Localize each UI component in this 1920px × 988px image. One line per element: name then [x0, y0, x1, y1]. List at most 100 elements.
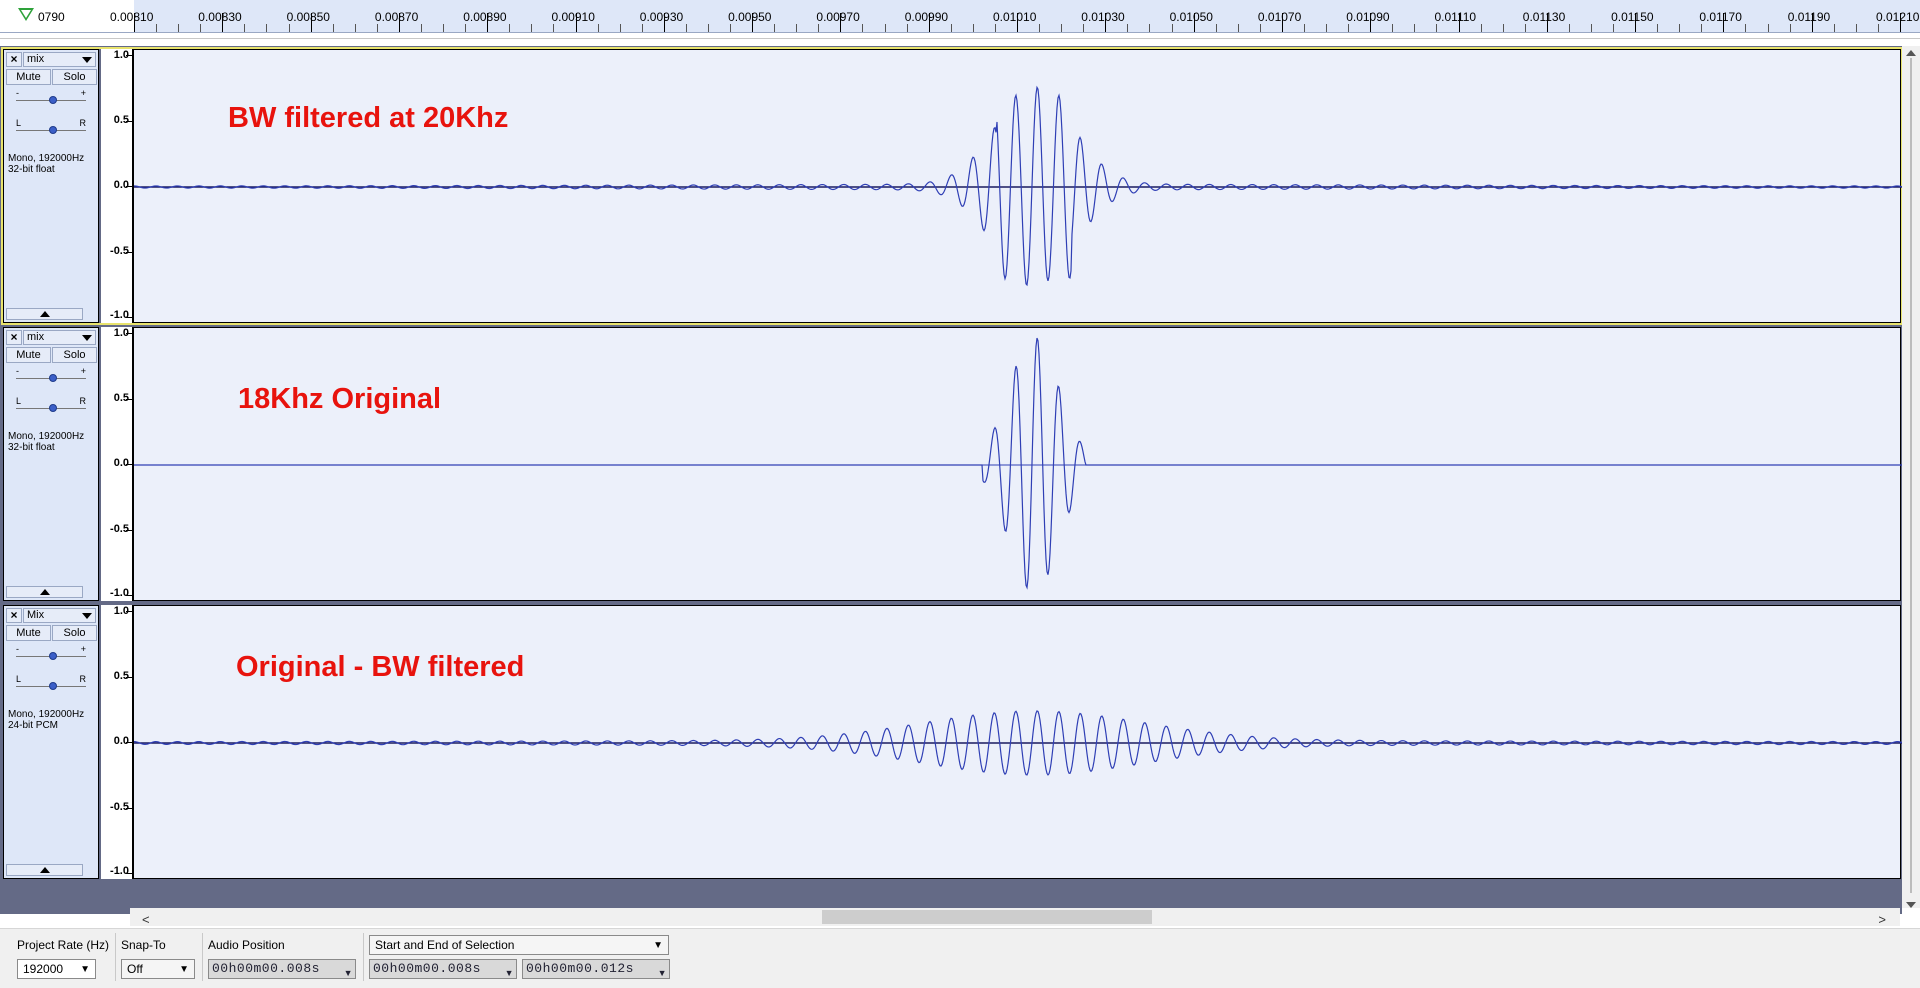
- ruler-minor-tick: [1259, 24, 1261, 32]
- ruler-minor-tick: [906, 24, 908, 32]
- ruler-minor-tick: [465, 24, 467, 32]
- track-control-panel[interactable]: × mix Mute Solo - + L R Mono, 192000Hz 3…: [3, 49, 99, 323]
- solo-button[interactable]: Solo: [52, 69, 97, 85]
- selection-start-value: 00h00m00.008s: [373, 961, 481, 976]
- track-name-menu[interactable]: Mix: [23, 608, 96, 623]
- audio-track[interactable]: × mix Mute Solo - + L R Mono, 192000Hz 3…: [3, 327, 1902, 601]
- selection-start-field[interactable]: 00h00m00.008s ▼: [369, 959, 517, 979]
- audio-position-field[interactable]: 00h00m00.008s ▼: [208, 959, 356, 979]
- collapse-track-button[interactable]: [6, 586, 83, 598]
- track-control-panel[interactable]: × mix Mute Solo - + L R Mono, 192000Hz 3…: [3, 327, 99, 601]
- horizontal-scroll-thumb[interactable]: [822, 910, 1152, 924]
- snap-to-label: Snap-To: [121, 938, 166, 952]
- track-name: Mix: [27, 609, 45, 621]
- gain-slider[interactable]: - +: [12, 88, 94, 108]
- waveform-area[interactable]: BW filtered at 20Khz: [133, 49, 1902, 323]
- ruler-tick-label: 0.01090: [1346, 10, 1390, 24]
- chevron-down-icon: ▼: [657, 968, 667, 978]
- pan-slider[interactable]: L R: [12, 396, 94, 416]
- amplitude-tick-label: 0.5: [113, 669, 129, 682]
- gain-slider[interactable]: - +: [12, 366, 94, 386]
- selection-end-field[interactable]: 00h00m00.012s ▼: [522, 959, 670, 979]
- ruler-tick-label: 0.01010: [993, 10, 1037, 24]
- pan-slider-thumb[interactable]: [49, 126, 57, 134]
- amplitude-tick: [126, 317, 132, 318]
- timeline-ruler[interactable]: 0790 0.00810 0.00830 0.00850 0.00870 0.00890…: [0, 0, 1920, 46]
- track-control-panel[interactable]: × Mix Mute Solo - + L R Mono, 192000Hz 2…: [3, 605, 99, 879]
- close-icon[interactable]: ×: [6, 608, 22, 623]
- selection-mode-select[interactable]: Start and End of Selection ▼: [369, 935, 669, 955]
- ruler-minor-tick: [1590, 24, 1592, 32]
- ruler-minor-tick: [1303, 24, 1305, 32]
- gain-slider[interactable]: - +: [12, 644, 94, 664]
- selection-toolbar: Project Rate (Hz) 192000 ▼ Snap-To Off ▼…: [0, 928, 1920, 988]
- scroll-up-icon[interactable]: [1906, 50, 1916, 56]
- amplitude-ruler[interactable]: 1.0 0.5 0.0 -0.5 -1.0: [101, 49, 133, 323]
- mute-button[interactable]: Mute: [6, 69, 51, 85]
- ruler-minor-tick: [1436, 24, 1438, 32]
- gain-slider-thumb[interactable]: [49, 374, 57, 382]
- close-icon[interactable]: ×: [6, 330, 22, 345]
- pan-left-label: L: [16, 674, 22, 684]
- track-name-menu[interactable]: mix: [23, 330, 96, 345]
- scroll-left-icon[interactable]: <: [142, 912, 150, 927]
- amplitude-ruler[interactable]: 1.0 0.5 0.0 -0.5 -1.0: [101, 327, 133, 601]
- ruler-minor-tick: [1767, 24, 1769, 32]
- snap-to-value: Off: [127, 962, 143, 976]
- ruler-divider: [0, 38, 1920, 39]
- audio-track[interactable]: × mix Mute Solo - + L R Mono, 192000Hz 3…: [1, 47, 1903, 325]
- vertical-scroll-track[interactable]: [1910, 58, 1912, 893]
- play-head-icon[interactable]: [18, 8, 34, 21]
- collapse-track-button[interactable]: [6, 308, 83, 320]
- ruler-tick-label: 0.00950: [728, 10, 772, 24]
- waveform-area[interactable]: 18Khz Original: [133, 327, 1902, 601]
- chevron-down-icon: [82, 57, 92, 63]
- mute-button[interactable]: Mute: [6, 625, 51, 641]
- pan-slider[interactable]: L R: [12, 674, 94, 694]
- snap-to-select[interactable]: Off ▼: [121, 959, 195, 979]
- track-name-menu[interactable]: mix: [23, 52, 96, 67]
- audio-track[interactable]: × Mix Mute Solo - + L R Mono, 192000Hz 2…: [3, 605, 1902, 879]
- collapse-track-button[interactable]: [6, 864, 83, 876]
- ruler-minor-tick: [972, 24, 974, 32]
- ruler-minor-tick: [641, 24, 643, 32]
- toolbar-separator: [115, 933, 116, 981]
- amplitude-tick-label: -0.5: [110, 244, 129, 257]
- amplitude-tick: [126, 807, 132, 809]
- pan-slider-thumb[interactable]: [49, 682, 57, 690]
- amplitude-tick-label: 0.5: [113, 391, 129, 404]
- gain-slider-thumb[interactable]: [49, 96, 57, 104]
- ruler-minor-tick: [1613, 24, 1615, 32]
- scroll-right-icon[interactable]: >: [1878, 912, 1886, 927]
- ruler-minor-tick: [443, 24, 445, 32]
- project-rate-select[interactable]: 192000 ▼: [17, 959, 96, 979]
- ruler-minor-tick: [1171, 24, 1173, 32]
- gain-plus-label: +: [80, 88, 86, 98]
- amplitude-ruler[interactable]: 1.0 0.5 0.0 -0.5 -1.0: [101, 605, 133, 879]
- waveform-area[interactable]: Original - BW filtered: [133, 605, 1902, 879]
- horizontal-scrollbar[interactable]: < >: [130, 908, 1900, 927]
- amplitude-tick-label: -1.0: [110, 587, 129, 599]
- track-header: × mix: [6, 52, 96, 67]
- ruler-minor-tick: [1701, 24, 1703, 32]
- track-format-info: Mono, 192000Hz 32-bit float: [8, 431, 84, 453]
- mute-button[interactable]: Mute: [6, 347, 51, 363]
- ruler-tick-label: 0.00890: [463, 10, 507, 24]
- solo-button[interactable]: Solo: [52, 347, 97, 363]
- pan-slider[interactable]: L R: [12, 118, 94, 138]
- vertical-scrollbar[interactable]: [1902, 46, 1920, 908]
- gain-minus-label: -: [16, 366, 19, 376]
- toolbar-separator: [363, 933, 364, 981]
- timeline-ruler-strip[interactable]: 0790 0.00810 0.00830 0.00850 0.00870 0.00890…: [0, 0, 1920, 33]
- ruler-edge-label: 0790: [38, 10, 65, 24]
- scroll-down-icon[interactable]: [1906, 902, 1916, 908]
- close-icon[interactable]: ×: [6, 52, 22, 67]
- amplitude-tick-label: 0.5: [113, 113, 129, 126]
- amplitude-tick: [126, 611, 132, 612]
- pan-slider-thumb[interactable]: [49, 404, 57, 412]
- audio-position-label: Audio Position: [208, 938, 285, 952]
- gain-slider-thumb[interactable]: [49, 652, 57, 660]
- track-name: mix: [27, 331, 45, 343]
- amplitude-tick: [126, 742, 132, 743]
- solo-button[interactable]: Solo: [52, 625, 97, 641]
